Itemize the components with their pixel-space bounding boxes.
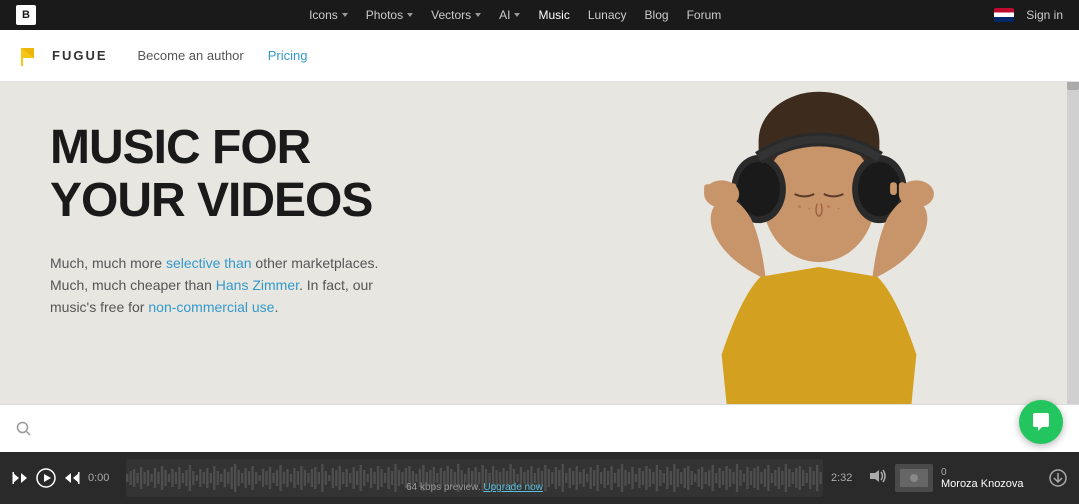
hero-image	[559, 82, 1079, 452]
pricing-link[interactable]: Pricing	[268, 48, 308, 63]
nav-item-blog[interactable]: Blog	[637, 4, 677, 26]
nav-right: Sign in	[994, 8, 1063, 22]
player-bar: 0:00 // Generate waveform-like bars - do…	[0, 452, 1079, 504]
sign-in-button[interactable]: Sign in	[1026, 8, 1063, 22]
waveform[interactable]: // Generate waveform-like bars - done vi…	[126, 459, 823, 497]
play-button[interactable]	[36, 468, 56, 488]
nav-item-forum[interactable]: Forum	[679, 4, 730, 26]
fugue-logo-icon	[20, 44, 44, 68]
thumbnail-svg	[895, 464, 933, 492]
language-flag[interactable]	[994, 8, 1014, 22]
chevron-icon	[342, 13, 348, 17]
time-end: 2:32	[831, 472, 861, 484]
hero-person-svg	[559, 82, 1079, 452]
hero-title: MUSIC FOR YOUR VIDEOS	[50, 122, 390, 228]
nav-items: Icons Photos Vectors AI Music Lunacy Blo…	[301, 4, 729, 26]
chat-bubble-button[interactable]	[1019, 400, 1063, 444]
search-icon	[16, 421, 32, 437]
search-bar	[0, 404, 1079, 452]
than-link[interactable]: than	[224, 255, 251, 271]
hans-zimmer-link[interactable]: Hans Zimmer	[216, 277, 299, 293]
nav-item-icons[interactable]: Icons	[301, 4, 356, 26]
hero-content: MUSIC FOR YOUR VIDEOS Much, much more se…	[50, 122, 390, 319]
track-thumbnail	[895, 464, 933, 492]
track-count: 0	[941, 467, 1041, 478]
chevron-icon	[475, 13, 481, 17]
brand-icon[interactable]: B	[16, 5, 36, 25]
preview-label: 64 kbps preview. Upgrade now	[406, 482, 543, 493]
nav-left: B	[16, 5, 36, 25]
download-button[interactable]	[1049, 469, 1067, 487]
top-navigation: B Icons Photos Vectors AI Music Lunacy B…	[0, 0, 1079, 30]
chat-icon	[1030, 411, 1052, 433]
track-name: Moroza Knozova	[941, 478, 1041, 490]
nav-item-photos[interactable]: Photos	[358, 4, 421, 26]
second-nav-links: Become an author Pricing	[138, 48, 308, 63]
skip-back-button[interactable]	[12, 470, 28, 486]
selective-link[interactable]: selective	[166, 255, 220, 271]
scrollbar[interactable]	[1067, 30, 1079, 452]
second-navigation: FUGUE Become an author Pricing	[0, 30, 1079, 82]
non-commercial-link[interactable]: non-commercial use	[148, 299, 274, 315]
upgrade-link[interactable]: Upgrade now	[483, 482, 542, 493]
hero-section: MUSIC FOR YOUR VIDEOS Much, much more se…	[0, 82, 1079, 452]
nav-item-lunacy[interactable]: Lunacy	[580, 4, 635, 26]
nav-item-vectors[interactable]: Vectors	[423, 4, 489, 26]
become-author-link[interactable]: Become an author	[138, 48, 244, 63]
volume-button[interactable]	[869, 468, 887, 489]
search-input[interactable]	[40, 421, 1063, 437]
chevron-icon	[514, 13, 520, 17]
chevron-icon	[407, 13, 413, 17]
skip-forward-button[interactable]	[64, 470, 80, 486]
hero-subtitle: Much, much more selective than other mar…	[50, 252, 390, 319]
logo-text: FUGUE	[52, 48, 108, 63]
time-start: 0:00	[88, 472, 118, 484]
logo[interactable]: FUGUE	[20, 44, 108, 68]
track-info: 0 Moroza Knozova	[941, 467, 1041, 490]
nav-item-ai[interactable]: AI	[491, 4, 528, 26]
nav-item-music[interactable]: Music	[530, 4, 577, 26]
